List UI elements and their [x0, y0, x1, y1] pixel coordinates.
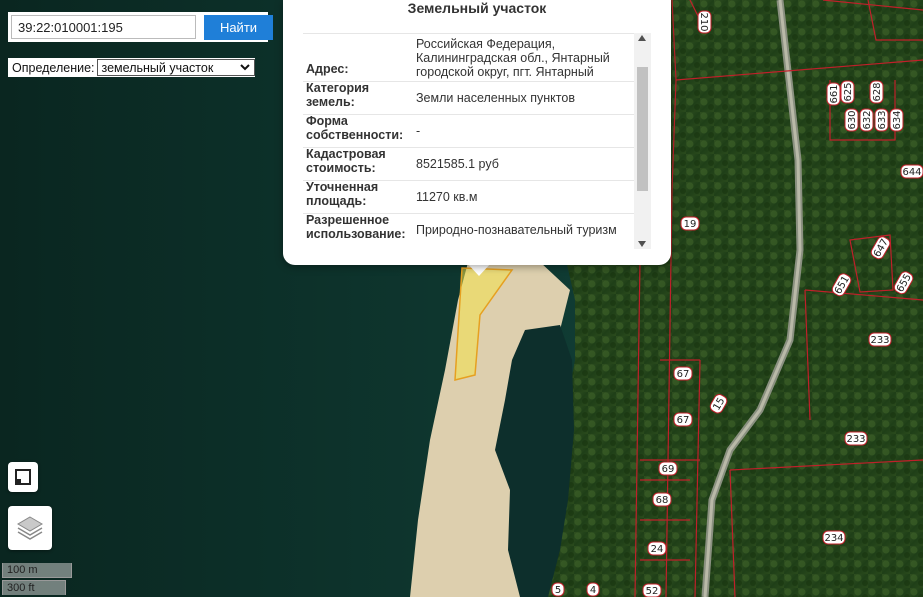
parcel-label: 233 — [844, 431, 868, 446]
parcel-label: 210 — [697, 10, 712, 34]
popup-title: Земельный участок — [407, 0, 547, 16]
svg-text:625: 625 — [843, 82, 854, 101]
parcel-label: 67 — [673, 366, 693, 381]
scale-bar-metric: 100 m — [2, 563, 72, 578]
property-row: Адрес: Российская Федерация, Калининград… — [303, 33, 634, 81]
property-value: 8521585.1 руб — [416, 157, 499, 171]
fullscreen-button[interactable] — [8, 462, 38, 492]
find-button[interactable]: Найти — [204, 15, 273, 40]
property-value: Российская Федерация, Калининградская об… — [416, 36, 610, 79]
parcel-label: 67 — [673, 412, 693, 427]
parcel-label: 19 — [680, 216, 700, 231]
scroll-up-icon[interactable] — [638, 35, 646, 41]
property-label: Категория земель: — [306, 81, 370, 109]
fullscreen-icon — [15, 469, 31, 485]
property-row: Разрешенное использование: Природно-позн… — [303, 213, 634, 246]
popup-scrollbar[interactable] — [634, 33, 651, 249]
property-label: Форма собственности: — [306, 114, 404, 142]
property-value: Природно-познавательный туризм — [416, 223, 617, 237]
property-row: Кадастровая стоимость: 8521585.1 руб — [303, 147, 634, 180]
property-label: Адрес: — [306, 62, 349, 76]
svg-text:661: 661 — [829, 84, 840, 103]
parcel-label: 233 — [868, 332, 892, 347]
parcel-label: 52 — [642, 583, 662, 597]
parcel-label: 630 — [844, 108, 859, 132]
property-value: 11270 кв.м — [416, 190, 478, 204]
parcel-label: 628 — [869, 80, 884, 104]
definition-selected-value: земельный участок — [101, 60, 214, 75]
property-row: Уточненная площадь: 11270 кв.м — [303, 180, 634, 213]
parcel-label: 634 — [889, 108, 904, 132]
svg-text:24: 24 — [651, 544, 664, 555]
layers-button[interactable] — [8, 506, 52, 550]
svg-text:644: 644 — [902, 167, 921, 178]
parcel-label: 661 — [826, 82, 841, 106]
definition-row: Определение: земельный участок — [8, 58, 255, 77]
definition-label: Определение: — [12, 60, 95, 75]
chevron-down-icon — [239, 64, 250, 71]
property-value: Земли населенных пунктов — [416, 91, 575, 105]
scroll-thumb[interactable] — [637, 67, 648, 191]
svg-text:5: 5 — [555, 585, 561, 596]
parcel-label: 69 — [658, 461, 678, 476]
parcel-label: 24 — [647, 541, 667, 556]
svg-text:67: 67 — [677, 415, 690, 426]
scroll-down-icon[interactable] — [638, 241, 646, 247]
svg-text:630: 630 — [847, 110, 858, 129]
parcel-label: 68 — [652, 492, 672, 507]
definition-select[interactable]: земельный участок — [96, 59, 255, 76]
svg-text:628: 628 — [872, 82, 883, 101]
property-value: - — [416, 124, 421, 138]
svg-text:52: 52 — [646, 586, 659, 597]
cadastral-search-input[interactable] — [11, 15, 196, 39]
svg-text:67: 67 — [677, 369, 690, 380]
svg-text:233: 233 — [846, 434, 865, 445]
property-label: Разрешенное использование: — [306, 213, 406, 241]
parcel-label: 234 — [822, 530, 846, 545]
svg-text:4: 4 — [590, 585, 596, 596]
parcel-label: 633 — [874, 108, 889, 132]
property-row: Категория земель: Земли населенных пункт… — [303, 81, 634, 114]
property-label: Кадастровая стоимость: — [306, 147, 386, 175]
svg-text:634: 634 — [892, 110, 903, 129]
layers-icon — [17, 516, 43, 540]
property-label: Уточненная площадь: — [306, 180, 379, 208]
svg-text:234: 234 — [824, 533, 843, 544]
svg-text:633: 633 — [877, 110, 888, 129]
parcel-label: 632 — [859, 108, 874, 132]
parcel-label: 5 — [551, 582, 565, 597]
svg-text:210: 210 — [698, 12, 709, 31]
popup-properties: Адрес: Российская Федерация, Калининград… — [303, 33, 634, 249]
svg-text:233: 233 — [870, 335, 889, 346]
svg-text:69: 69 — [662, 464, 675, 475]
parcel-label: 625 — [840, 80, 855, 104]
svg-text:632: 632 — [862, 110, 873, 129]
svg-text:68: 68 — [656, 495, 669, 506]
property-row: Форма собственности: - — [303, 114, 634, 147]
parcel-info-popup: Земельный участок Адрес: Российская Феде… — [283, 0, 671, 265]
parcel-label: 644 — [900, 164, 923, 179]
scale-bar-imperial: 300 ft — [2, 580, 66, 595]
parcel-label: 4 — [586, 582, 600, 597]
svg-text:19: 19 — [684, 219, 697, 230]
search-panel: Найти — [8, 12, 273, 42]
